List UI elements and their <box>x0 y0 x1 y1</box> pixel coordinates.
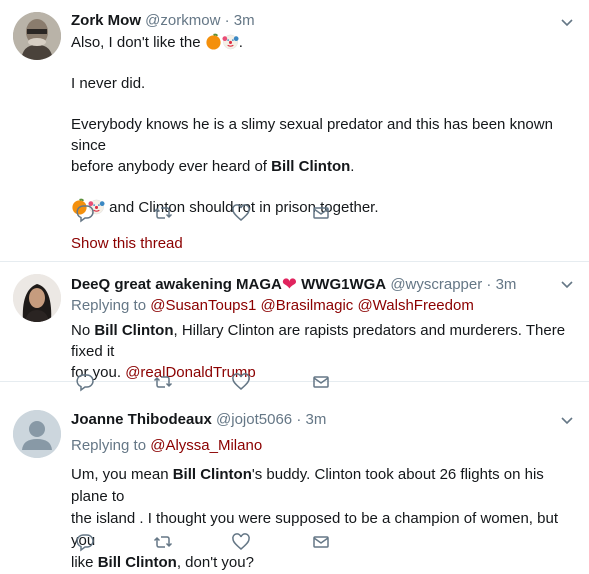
envelope-icon[interactable] <box>311 203 331 223</box>
heart-icon[interactable] <box>231 203 251 223</box>
tweet-line: before anybody ever heard of Bill Clinto… <box>71 156 575 177</box>
tweet-line: I never did. <box>71 75 146 92</box>
tweet-line: Everybody knows he is a slimy sexual pre… <box>71 114 575 156</box>
tweet[interactable]: Joanne Thibodeaux @jojot5066 · 3m Replyi… <box>0 382 589 571</box>
text-span: . <box>238 34 243 51</box>
name-text: WWG1WGA <box>296 276 387 293</box>
tweet-line: like Bill Clinton, don't you? <box>71 552 575 574</box>
default-avatar-icon <box>13 410 61 458</box>
highlighted-term: Bill Clinton <box>271 158 351 175</box>
text-span: Everybody knows he is a slimy sexual pre… <box>71 116 553 154</box>
timestamp[interactable]: 3m <box>306 411 327 428</box>
mention-link[interactable]: @SusanToups1 <box>150 297 256 314</box>
tweet[interactable]: DeeQ great awakening MAGA❤ WWG1WGA @wysc… <box>0 262 589 392</box>
timestamp[interactable]: 3m <box>234 12 255 29</box>
highlighted-term: Bill Clinton <box>172 466 252 483</box>
avatar-photo <box>13 12 61 60</box>
highlighted-term: Bill Clinton <box>94 322 174 339</box>
mention-link[interactable]: @Brasilmagic <box>261 297 354 314</box>
tweet-line: Um, you mean Bill Clinton's buddy. Clint… <box>71 464 575 508</box>
tweet-line: No Bill Clinton, Hillary Clinton are rap… <box>71 320 575 362</box>
text-span: Um, you mean <box>71 466 173 483</box>
separator-dot: · <box>486 276 492 293</box>
tweet-header: Zork Mow @zorkmow · 3m <box>71 11 575 31</box>
replying-label: Replying to <box>71 437 151 454</box>
display-name[interactable]: Joanne Thibodeaux <box>71 411 212 428</box>
tweet-text: Also, I don't like the . I never did. Ev… <box>71 32 575 218</box>
clown-emoji-icon <box>222 34 239 50</box>
tweet-header: Joanne Thibodeaux @jojot5066 · 3m <box>71 410 575 430</box>
reply-icon[interactable] <box>75 532 95 552</box>
timestamp[interactable]: 3m <box>496 276 517 293</box>
text-span: No <box>71 322 95 339</box>
envelope-icon[interactable] <box>311 532 331 552</box>
replying-label: Replying to <box>71 297 151 314</box>
retweet-icon[interactable] <box>153 203 173 223</box>
heart-icon[interactable] <box>231 532 251 552</box>
tweet-line: Also, I don't like the . <box>71 32 575 53</box>
separator-dot: · <box>224 12 230 29</box>
separator-dot: · <box>296 411 302 428</box>
text-span: Also, I don't like the <box>71 34 205 51</box>
mention-link[interactable]: @Alyssa_Milano <box>150 437 262 454</box>
replying-to: Replying to @Alyssa_Milano <box>71 436 575 456</box>
show-thread-link[interactable]: Show this thread <box>71 235 183 252</box>
text-span: . <box>350 158 355 175</box>
replying-to: Replying to @SusanToups1 @Brasilmagic @W… <box>71 296 575 316</box>
orange-emoji-icon <box>206 33 221 50</box>
avatar[interactable] <box>13 410 61 458</box>
name-text: DeeQ great awakening MAGA <box>71 276 282 293</box>
user-handle[interactable]: @zorkmow <box>145 12 220 29</box>
user-handle[interactable]: @wyscrapper <box>390 276 482 293</box>
tweet-actions <box>71 532 351 552</box>
avatar-photo <box>13 274 61 322</box>
tweet[interactable]: Zork Mow @zorkmow · 3m Also, I don't lik… <box>0 0 589 262</box>
red-heart-emoji-icon: ❤ <box>281 274 297 294</box>
tweet-actions <box>71 203 351 223</box>
display-name[interactable]: DeeQ great awakening MAGA❤ WWG1WGA <box>71 274 387 294</box>
text-span: before anybody ever heard of <box>71 158 272 175</box>
retweet-icon[interactable] <box>153 532 173 552</box>
reply-icon[interactable] <box>75 203 95 223</box>
user-handle[interactable]: @jojot5066 <box>216 411 292 428</box>
avatar[interactable] <box>13 12 61 60</box>
tweet-header: DeeQ great awakening MAGA❤ WWG1WGA @wysc… <box>71 274 575 294</box>
mention-link[interactable]: @WalshFreedom <box>357 297 473 314</box>
display-name[interactable]: Zork Mow <box>71 12 141 29</box>
avatar[interactable] <box>13 274 61 322</box>
tweet-text: Um, you mean Bill Clinton's buddy. Clint… <box>71 464 575 574</box>
